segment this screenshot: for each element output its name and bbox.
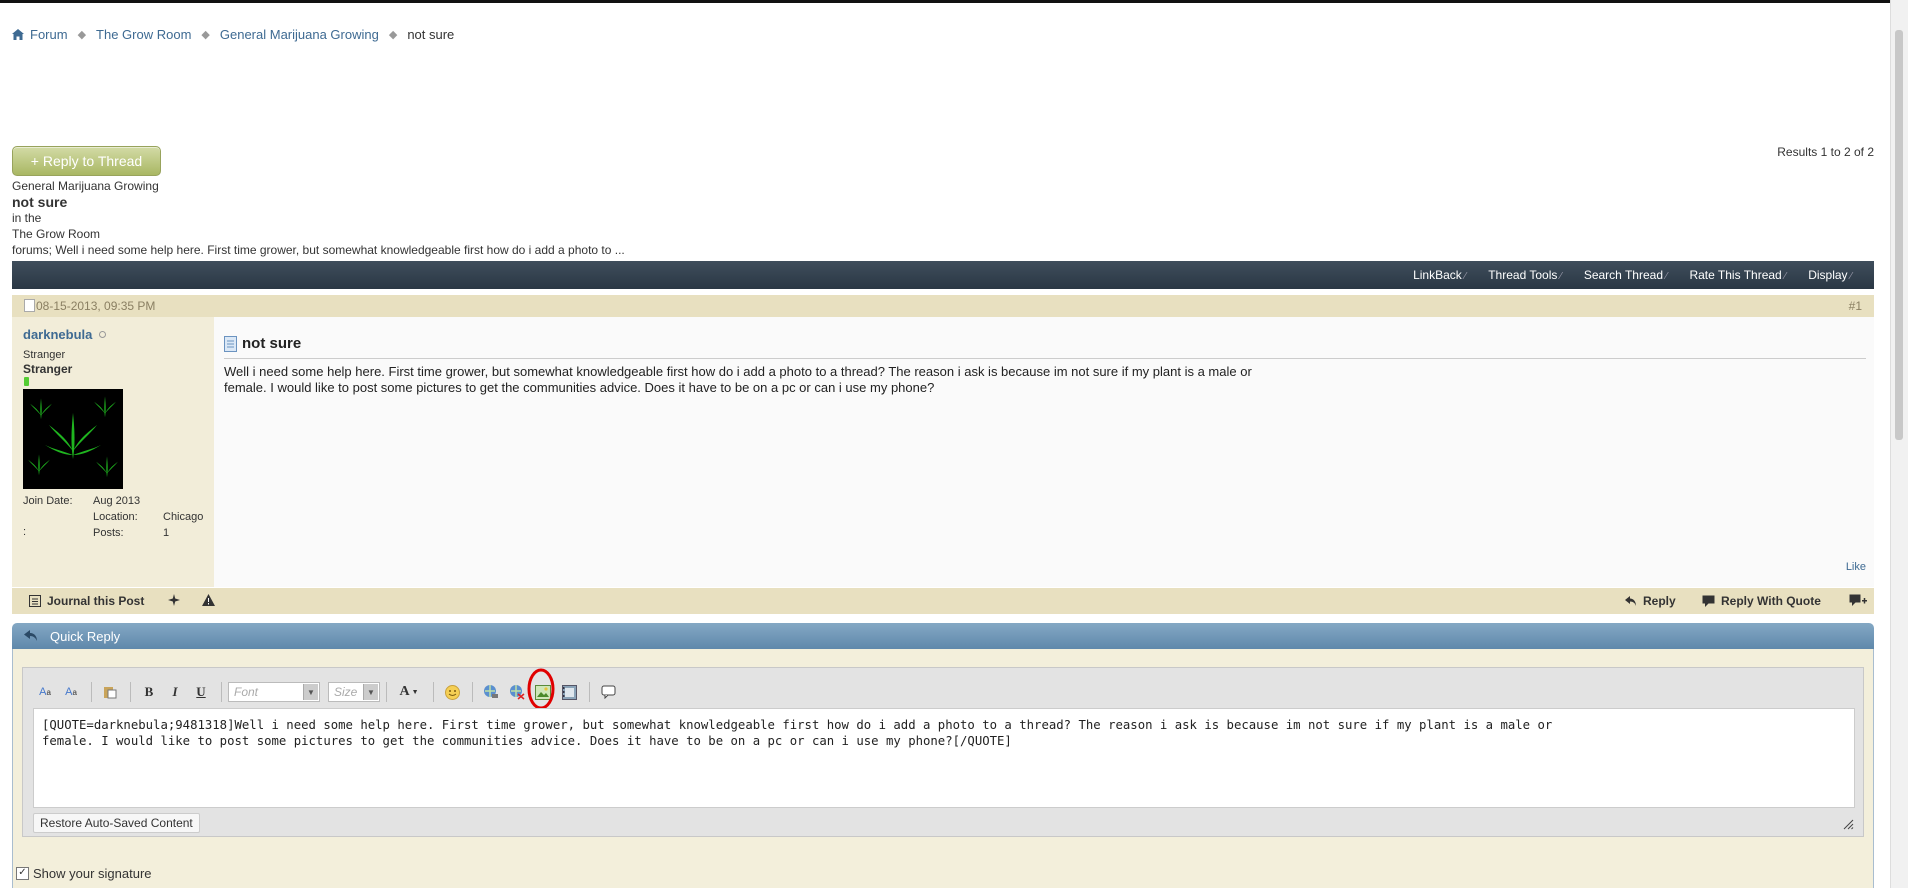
journal-icon [29, 595, 41, 607]
linkback-menu[interactable]: LinkBack [1413, 268, 1466, 282]
user-avatar[interactable] [23, 389, 123, 489]
smilie-icon[interactable] [440, 680, 464, 704]
wrap-quote-icon[interactable] [596, 680, 620, 704]
home-icon[interactable] [12, 29, 24, 40]
posts-value: 1 [163, 527, 170, 539]
journal-post-button[interactable]: Journal this Post [29, 594, 144, 608]
quick-reply-title: Quick Reply [50, 629, 121, 644]
breadcrumb-separator-icon: ◆ [77, 29, 87, 41]
bold-icon[interactable]: B [137, 680, 161, 704]
display-menu[interactable]: Display [1808, 268, 1852, 282]
results-count: Results 1 to 2 of 2 [1777, 145, 1874, 159]
post-icon [224, 335, 237, 352]
posts-label: Posts: [93, 527, 124, 539]
thread-title: not sure [12, 194, 68, 210]
quick-reply-icon [24, 629, 38, 642]
resize-grip-icon[interactable] [1842, 818, 1854, 830]
user-rank-label: Stranger [23, 362, 73, 376]
size-select[interactable]: Size ▼ [328, 682, 380, 702]
breadcrumb-separator-icon: ◆ [201, 29, 210, 41]
show-signature-checkbox[interactable]: ✓ [16, 867, 29, 880]
show-signature-option[interactable]: ✓ Show your signature [16, 866, 152, 881]
post-message: Well i need some help here. First time g… [224, 364, 1424, 396]
warning-icon[interactable] [202, 594, 215, 606]
breadcrumb-separator-icon: ◆ [388, 29, 398, 41]
reply-to-thread-button[interactable]: + Reply to Thread [12, 146, 161, 176]
scrollbar-thumb[interactable] [1895, 30, 1903, 440]
thread-toolbar: LinkBack Thread Tools Search Thread Rate… [12, 261, 1874, 289]
insert-image-icon[interactable] [527, 668, 555, 710]
post-title-divider [224, 358, 1866, 359]
thread-info: General Marijuana Growing not sure in th… [12, 178, 625, 258]
quote-icon [1702, 595, 1715, 607]
detail-colon: : [23, 526, 27, 538]
thread-tools-menu[interactable]: Thread Tools [1488, 268, 1562, 282]
thread-summary: forums; Well i need some help here. Firs… [12, 243, 625, 257]
multiquote-icon[interactable] [1849, 594, 1867, 607]
quick-reply-header: Quick Reply [12, 623, 1874, 649]
reply-icon [1625, 595, 1637, 607]
post-username[interactable]: darknebula [23, 327, 106, 342]
toolbar-separator [472, 682, 473, 702]
offline-status-icon [98, 331, 106, 338]
top-border [0, 0, 1890, 3]
insert-video-icon[interactable] [557, 680, 581, 704]
thread-section: The Grow Room [12, 227, 101, 241]
paste-icon[interactable] [98, 680, 122, 704]
chevron-down-icon: ▼ [363, 684, 378, 700]
editor-toolbar: Aa Aa B I U Font ▼ Size ▼ A ▼ [33, 668, 622, 710]
breadcrumb-grow-room[interactable]: The Grow Room [96, 27, 191, 42]
search-thread-menu[interactable]: Search Thread [1584, 268, 1668, 282]
location-value: Chicago [163, 511, 204, 523]
breadcrumb-general-growing[interactable]: General Marijuana Growing [220, 27, 379, 42]
join-date-value: Aug 2013 [93, 495, 141, 507]
text-color-icon[interactable]: A ▼ [393, 680, 425, 704]
post-title: not sure [224, 335, 301, 352]
toolbar-separator [589, 682, 590, 702]
toolbar-separator [386, 682, 387, 702]
reputation-bar [24, 377, 29, 386]
toolbar-separator [130, 682, 131, 702]
insert-link-icon[interactable] [479, 680, 503, 704]
font-select[interactable]: Font ▼ [228, 682, 320, 702]
like-link[interactable]: Like [1846, 561, 1866, 573]
remove-format-icon[interactable]: Aa [33, 680, 57, 704]
post-number[interactable]: #1 [1849, 295, 1862, 317]
message-editor[interactable]: [QUOTE=darknebula;9481318]Well i need so… [33, 708, 1855, 808]
breadcrumb-current: not sure [407, 27, 455, 42]
font-color-icon[interactable]: Aa [59, 680, 83, 704]
post-date: 08-15-2013, 09:35 PM [24, 295, 155, 317]
chevron-down-icon: ▼ [303, 684, 318, 700]
highlight-circle [527, 668, 555, 710]
thread-forum-name: General Marijuana Growing [12, 179, 159, 193]
star-icon[interactable] [168, 594, 180, 606]
italic-icon[interactable]: I [163, 680, 187, 704]
thread-in-the: in the [12, 211, 42, 225]
breadcrumb: Forum ◆ The Grow Room ◆ General Marijuan… [12, 27, 454, 42]
breadcrumb-forum[interactable]: Forum [30, 27, 68, 42]
toolbar-separator [433, 682, 434, 702]
underline-icon[interactable]: U [189, 680, 213, 704]
join-date-label: Join Date: [23, 495, 73, 507]
post-message-line: Well i need some help here. First time g… [224, 364, 1252, 379]
location-label: Location: [93, 511, 138, 523]
toolbar-separator [91, 682, 92, 702]
user-rank-title: Stranger [23, 349, 66, 361]
toolbar-separator [221, 682, 222, 702]
restore-autosave-button[interactable]: Restore Auto-Saved Content [33, 813, 200, 833]
rate-thread-menu[interactable]: Rate This Thread [1689, 268, 1786, 282]
post-footer: Journal this Post Reply Reply With Quote [12, 588, 1874, 614]
show-signature-label: Show your signature [33, 866, 152, 881]
reply-with-quote-button[interactable]: Reply With Quote [1702, 594, 1821, 608]
post-header: 08-15-2013, 09:35 PM #1 [12, 295, 1874, 317]
post-status-icon [24, 299, 35, 312]
reply-button[interactable]: Reply [1625, 594, 1676, 608]
post-message-line: female. I would like to post some pictur… [224, 380, 935, 395]
